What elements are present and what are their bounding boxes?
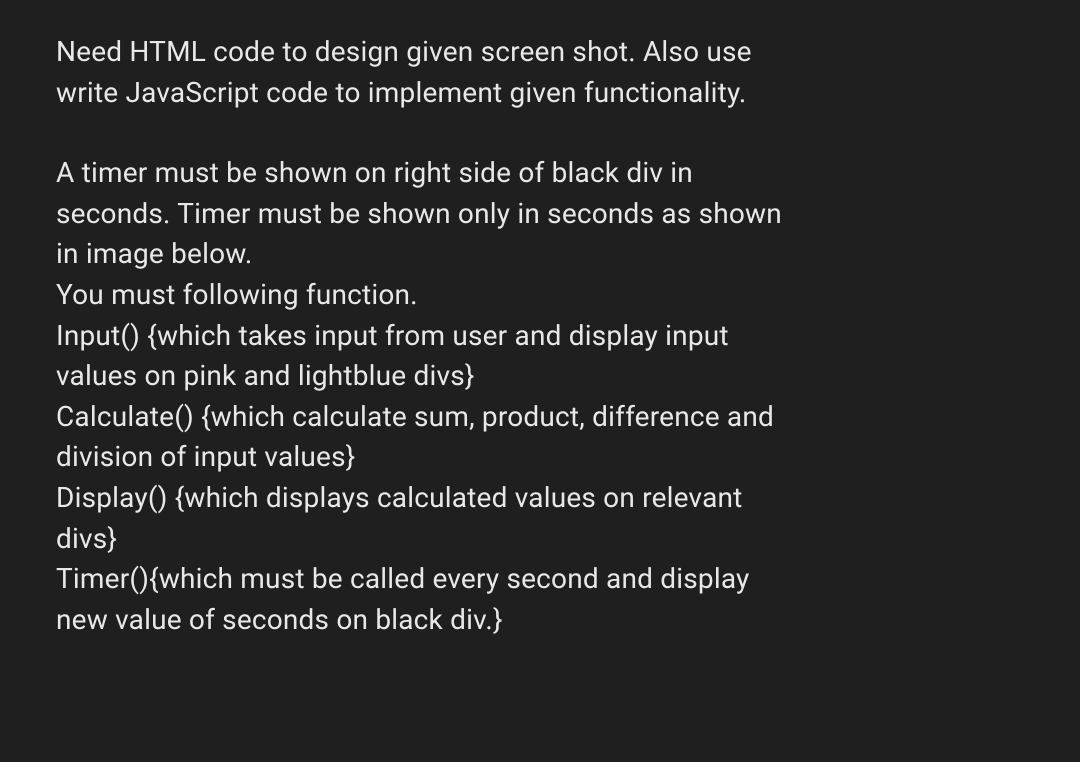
text-line: Timer(){which must be called every secon… [56,559,1024,600]
text-line: Display() {which displays calculated val… [56,478,1024,519]
text-line: divs} [56,519,1024,560]
text-line: Need HTML code to design given screen sh… [56,32,1024,73]
text-line: write JavaScript code to implement given… [56,73,1024,114]
text-line: Input() {which takes input from user and… [56,316,1024,357]
text-line: new value of seconds on black div.} [56,600,1024,641]
text-line: values on pink and lightblue divs} [56,356,1024,397]
text-line: in image below. [56,234,1024,275]
text-line: division of input values} [56,437,1024,478]
text-line: You must following function. [56,275,1024,316]
text-line: Calculate() {which calculate sum, produc… [56,397,1024,438]
text-line: A timer must be shown on right side of b… [56,153,1024,194]
intro-paragraph: Need HTML code to design given screen sh… [56,32,1024,113]
requirements-paragraph: A timer must be shown on right side of b… [56,153,1024,640]
text-line: seconds. Timer must be shown only in sec… [56,194,1024,235]
